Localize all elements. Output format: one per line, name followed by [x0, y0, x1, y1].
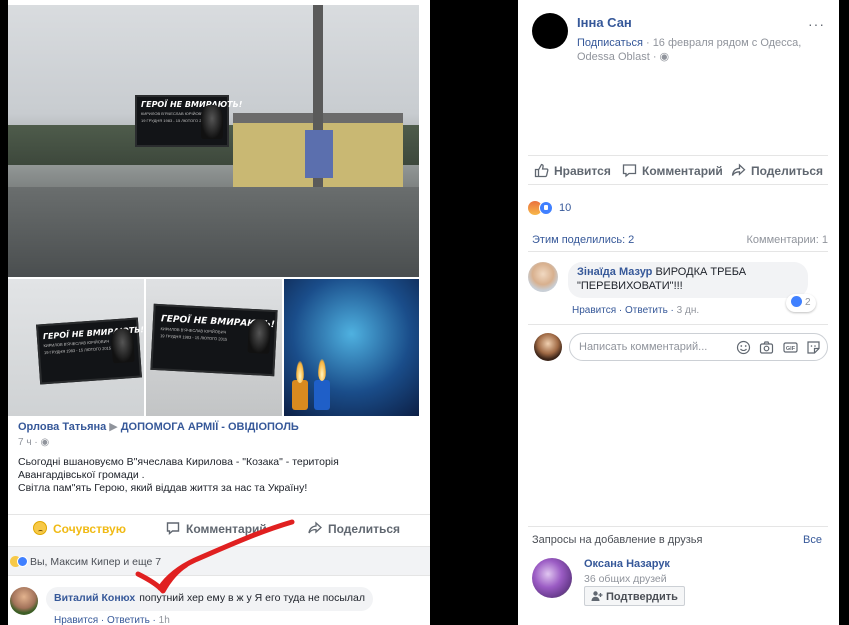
- portrait: [201, 105, 223, 139]
- avatar[interactable]: [528, 262, 558, 292]
- post-actions: Сочувствую Комментарий Поделиться: [8, 514, 430, 542]
- comment-reply-link[interactable]: Ответить: [625, 305, 668, 316]
- comment: Зінаїда Мазур ВИРОДКА ТРЕБА "ПЕРЕВИХОВАТ…: [528, 260, 828, 320]
- sympathy-button[interactable]: Сочувствую: [33, 521, 126, 536]
- post-author[interactable]: Орлова Татьяна: [18, 421, 106, 433]
- post-text-line-2: Світла пам"ять Герою, який віддав життя …: [18, 482, 308, 494]
- portrait: [110, 327, 135, 364]
- photo-thumbnail-3[interactable]: [284, 279, 419, 416]
- reaction-icons: [10, 555, 28, 569]
- comment-like-link[interactable]: Нравится: [54, 615, 98, 625]
- post-time[interactable]: 7 ч · ◉: [18, 437, 418, 448]
- comment-bubble: Зінаїда Мазур ВИРОДКА ТРЕБА "ПЕРЕВИХОВАТ…: [568, 262, 808, 298]
- memorial-billboard: ГЕРОЇ НЕ ВМИРАЮТЬ! КИРИЛОВ В'ЯЧЕСЛАВ ЮРІ…: [150, 303, 278, 377]
- post-photo-main[interactable]: ГЕРОЇ НЕ ВМИРАЮТЬ! КИРИЛОВ В'ЯЧЕСЛАВ ЮРІ…: [8, 5, 419, 277]
- comment-input[interactable]: Написать комментарий... GIF: [569, 333, 828, 361]
- write-comment: Написать комментарий... GIF: [528, 324, 828, 368]
- add-friend-icon: [591, 591, 603, 601]
- comment-input-icons: GIF: [731, 340, 821, 356]
- memorial-billboard: ГЕРОЇ НЕ ВМИРАЮТЬ! КИРИЛОВ В'ЯЧЕСЛАВ ЮРІ…: [36, 317, 144, 385]
- camera-icon[interactable]: [759, 340, 774, 355]
- comment-time[interactable]: 3 дн.: [677, 305, 699, 316]
- post-author-line: Орлова Татьяна ▶ ДОПОМОГА АРМІЇ - ОВІДІОПО…: [18, 420, 418, 433]
- candle: [314, 380, 330, 410]
- like-reaction-icon: [539, 201, 553, 215]
- comment-button[interactable]: Комментарий: [166, 521, 267, 536]
- comment-input-placeholder: Написать комментарий...: [579, 341, 708, 353]
- friend-requests: Запросы на добавление в друзья Все Оксан…: [528, 526, 828, 616]
- comment-like-link[interactable]: Нравится: [572, 305, 616, 316]
- right-post: Інна Сан ··· Подписаться · 16 февраля ря…: [518, 0, 839, 625]
- mutual-friends[interactable]: 36 общих друзей: [584, 573, 667, 585]
- share-button[interactable]: Поделиться: [731, 163, 823, 178]
- portrait: [247, 318, 272, 354]
- avatar[interactable]: [532, 13, 568, 49]
- share-icon: [731, 163, 746, 176]
- comment-icon: [166, 522, 180, 535]
- shares-link[interactable]: Этим поделились: 2: [532, 234, 634, 246]
- comment-bubble: Виталий Конюх попутний хер ему в ж у Я ег…: [46, 587, 374, 611]
- screenshot-root: ГЕРОЇ НЕ ВМИРАЮТЬ! КИРИЛОВ В'ЯЧЕСЛАВ ЮРІ…: [0, 0, 849, 625]
- svg-text:GIF: GIF: [786, 346, 796, 352]
- emoji-icon[interactable]: [736, 340, 751, 355]
- candle-flame: [318, 359, 326, 381]
- avatar[interactable]: [10, 587, 38, 615]
- road-sign: [305, 130, 333, 178]
- post-photo-thumbnails: ГЕРОЇ НЕ ВМИРАЮТЬ! КИРИЛОВ В'ЯЧЕСЛАВ ЮРІ…: [8, 279, 419, 416]
- reactions-text: Вы, Максим Кипер и еще 7: [30, 556, 162, 568]
- like-reaction-icon: [791, 296, 802, 307]
- friend-request-name[interactable]: Оксана Назарук: [584, 558, 670, 570]
- gif-icon[interactable]: GIF: [783, 340, 798, 355]
- globe-icon: ◉: [40, 437, 50, 448]
- comment-button[interactable]: Комментарий: [622, 163, 723, 178]
- candle: [292, 380, 308, 410]
- share-button[interactable]: Поделиться: [308, 521, 400, 536]
- comment: Виталий Конюх попутний хер ему в ж у Я ег…: [8, 585, 430, 625]
- comment-reaction-badge[interactable]: 2: [786, 294, 816, 312]
- see-all-link[interactable]: Все: [803, 534, 822, 546]
- friend-requests-title: Запросы на добавление в друзья: [532, 534, 703, 546]
- like-button[interactable]: Нравится: [534, 163, 611, 178]
- reaction-count: 10: [559, 202, 572, 214]
- candle-flame: [296, 361, 304, 383]
- memorial-billboard: ГЕРОЇ НЕ ВМИРАЮТЬ! КИРИЛОВ В'ЯЧЕСЛАВ ЮРІ…: [135, 95, 242, 147]
- comment-time[interactable]: 1h: [159, 615, 170, 625]
- comment-author[interactable]: Зінаїда Мазур: [577, 266, 652, 278]
- comment-actions: Нравится · Ответить · 3 дн.: [572, 305, 700, 316]
- post-author[interactable]: Інна Сан: [577, 15, 632, 30]
- photo-thumbnail-1[interactable]: ГЕРОЇ НЕ ВМИРАЮТЬ! КИРИЛОВ В'ЯЧЕСЛАВ ЮРІ…: [8, 279, 144, 416]
- globe-icon: ◉: [659, 51, 670, 63]
- comment-icon: [622, 164, 637, 178]
- follow-link[interactable]: Подписаться: [577, 37, 643, 49]
- avatar: [534, 333, 562, 361]
- triangle-right-icon: ▶: [109, 421, 118, 433]
- post-actions: Нравится Комментарий Поделиться: [528, 155, 828, 185]
- post-header: Орлова Татьяна ▶ ДОПОМОГА АРМІЇ - ОВІДІОПО…: [18, 420, 418, 495]
- sad-reaction-icon: [33, 521, 47, 535]
- comment-text: попутний хер ему в ж у Я его туда не пос…: [139, 592, 366, 604]
- post-stats: Этим поделились: 2 Комментарии: 1: [528, 228, 828, 252]
- left-post: ГЕРОЇ НЕ ВМИРАЮТЬ! КИРИЛОВ В'ЯЧЕСЛАВ ЮРІ…: [8, 0, 430, 625]
- comment-actions: Нравится · Ответить · 1h: [54, 615, 170, 625]
- comments-count[interactable]: Комментарии: 1: [746, 234, 828, 246]
- avatar[interactable]: [532, 558, 572, 598]
- more-options-icon[interactable]: ···: [808, 16, 825, 32]
- post-group[interactable]: ДОПОМОГА АРМІЇ - ОВІДІОПОЛЬ: [121, 421, 299, 433]
- photo-thumbnail-2[interactable]: ГЕРОЇ НЕ ВМИРАЮТЬ! КИРИЛОВ В'ЯЧЕСЛАВ ЮРІ…: [146, 279, 282, 416]
- thumbs-up-icon: [534, 163, 549, 178]
- reactions-summary[interactable]: Вы, Максим Кипер и еще 7: [8, 546, 430, 576]
- share-icon: [308, 521, 322, 534]
- comment-author[interactable]: Виталий Конюх: [54, 592, 135, 604]
- confirm-button[interactable]: Подтвердить: [584, 586, 685, 606]
- post-meta: Подписаться · 16 февраля рядом с Одесса,…: [577, 37, 802, 63]
- post-text: Сьогодні вшановуємо В"ячеслава Кирилова …: [18, 456, 413, 495]
- comment-reply-link[interactable]: Ответить: [107, 615, 150, 625]
- wet-road: [8, 187, 419, 277]
- sticker-icon[interactable]: [806, 340, 821, 355]
- like-reaction-icon: [17, 556, 28, 567]
- post-text-line-1: Сьогодні вшановуємо В"ячеслава Кирилова …: [18, 456, 339, 481]
